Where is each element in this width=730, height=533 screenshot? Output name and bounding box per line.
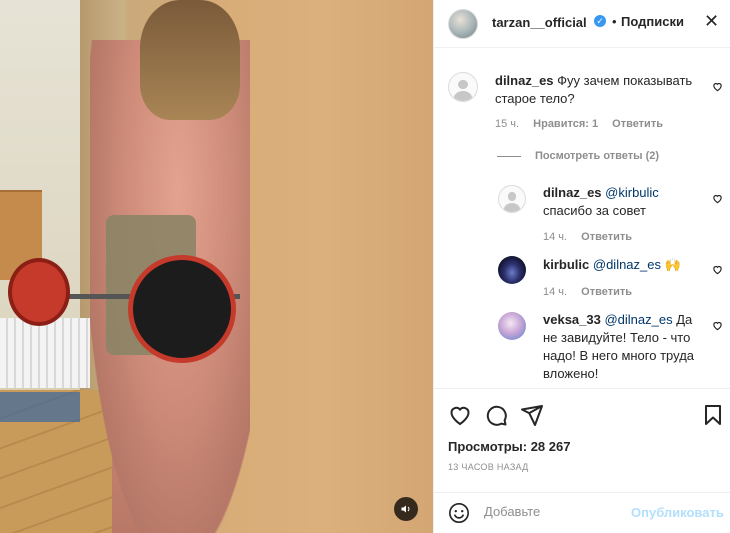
separator-dot: •	[612, 14, 617, 29]
heart-icon[interactable]	[712, 264, 723, 275]
reply-meta: 14 ч. Ответить	[543, 231, 643, 243]
add-comment-input[interactable]	[484, 504, 634, 519]
heart-icon[interactable]	[712, 193, 723, 204]
reply-text: dilnaz_es @kirbulic спасибо за совет	[543, 184, 708, 220]
comment-icon[interactable]	[484, 403, 508, 427]
reply-button[interactable]: Ответить	[581, 286, 632, 298]
author-username[interactable]: tarzan__official	[492, 15, 587, 30]
reply-avatar[interactable]	[498, 312, 526, 340]
comment-username[interactable]: dilnaz_es	[495, 73, 554, 88]
reply-meta: 14 ч. Ответить	[543, 286, 643, 298]
verified-badge-icon: ✓	[594, 15, 606, 27]
speaker-icon[interactable]	[394, 497, 418, 521]
add-comment-bar: Опубликовать	[434, 492, 730, 533]
reply-time: 14 ч.	[543, 231, 568, 243]
author-avatar[interactable]	[448, 9, 478, 39]
posted-time[interactable]: 13 часов назад	[448, 462, 529, 472]
comment-likes[interactable]: Нравится: 1	[533, 118, 598, 130]
reply-body: 🙌	[664, 257, 681, 272]
share-icon[interactable]	[520, 403, 544, 427]
heart-icon[interactable]	[448, 403, 472, 427]
heart-icon[interactable]	[712, 81, 723, 92]
reply-mention[interactable]: @dilnaz_es	[604, 312, 672, 327]
instagram-post-modal: tarzan__official ✓ • Подписки ✕ dilnaz_e…	[0, 0, 730, 533]
commenter-avatar[interactable]	[448, 72, 478, 102]
views-count[interactable]: Просмотры: 28 267	[448, 439, 570, 454]
post-side-panel: tarzan__official ✓ • Подписки ✕ dilnaz_e…	[433, 0, 730, 533]
comment-time: 15 ч.	[495, 118, 520, 130]
comment-meta: 15 ч. Нравится: 1 Ответить	[495, 118, 674, 130]
post-actions	[434, 388, 730, 438]
reply-mention[interactable]: @kirbulic	[605, 185, 659, 200]
following-button[interactable]: Подписки	[621, 14, 684, 29]
reply-button[interactable]: Ответить	[612, 118, 663, 130]
post-video[interactable]	[0, 0, 433, 533]
reply-username[interactable]: kirbulic	[543, 257, 589, 272]
emoji-icon[interactable]	[448, 502, 470, 524]
reply-time: 14 ч.	[543, 286, 568, 298]
bookmark-icon[interactable]	[701, 403, 725, 427]
close-icon[interactable]: ✕	[704, 12, 719, 30]
view-replies-label: Посмотреть ответы (2)	[535, 150, 660, 162]
publish-button[interactable]: Опубликовать	[631, 505, 724, 520]
reply-text: kirbulic @dilnaz_es 🙌	[543, 256, 708, 274]
reply-avatar[interactable]	[498, 256, 526, 284]
heart-icon[interactable]	[712, 320, 723, 331]
reply-body: спасибо за совет	[543, 203, 647, 218]
reply-username[interactable]: veksa_33	[543, 312, 601, 327]
reply-username[interactable]: dilnaz_es	[543, 185, 602, 200]
reply-avatar[interactable]	[498, 185, 526, 213]
post-header: tarzan__official ✓ • Подписки ✕	[434, 0, 730, 48]
comment-text: dilnaz_es Фуу зачем показывать старое те…	[495, 72, 705, 108]
reply-button[interactable]: Ответить	[581, 231, 632, 243]
reply-mention[interactable]: @dilnaz_es	[593, 257, 661, 272]
reply-text: veksa_33 @dilnaz_es Да не завидуйте! Тел…	[543, 311, 708, 383]
